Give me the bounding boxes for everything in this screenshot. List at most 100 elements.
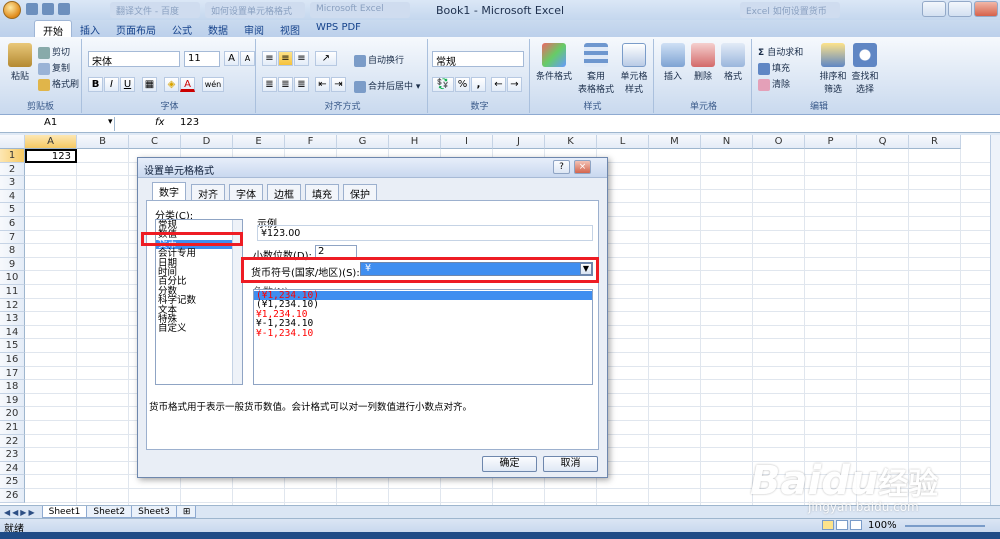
align-center-button[interactable]: ≣ <box>278 77 293 92</box>
column-header[interactable]: A <box>25 135 77 149</box>
decrease-indent-button[interactable]: ⇤ <box>315 77 330 92</box>
accounting-button[interactable]: 💱 <box>432 77 454 92</box>
row-header[interactable]: 13 <box>0 312 25 326</box>
row-header[interactable]: 7 <box>0 230 25 245</box>
column-header[interactable]: H <box>389 135 441 149</box>
tab-protection[interactable]: 保护 <box>343 184 377 201</box>
row-header[interactable]: 9 <box>0 257 25 272</box>
sheet-nav-icon[interactable]: ◀◀▶▶ <box>4 508 37 517</box>
row-header[interactable]: 23 <box>0 448 25 462</box>
tab-formulas[interactable]: 公式 <box>164 20 200 37</box>
autosum-button[interactable]: Σ 自动求和 <box>758 45 803 58</box>
merge-center-button[interactable]: 合并后居中 ▾ <box>354 79 420 93</box>
increase-indent-button[interactable]: ⇥ <box>331 77 346 92</box>
column-header[interactable]: G <box>337 135 389 149</box>
border-button[interactable]: ▦ <box>142 77 157 92</box>
tab-number[interactable]: 数字 <box>152 182 186 201</box>
dialog-close-button[interactable]: × <box>574 160 591 174</box>
normal-view-icon[interactable] <box>822 520 834 530</box>
column-header[interactable]: Q <box>857 135 909 149</box>
row-header[interactable]: 11 <box>0 285 25 299</box>
select-all-corner[interactable] <box>0 135 25 149</box>
row-header[interactable]: 15 <box>0 339 25 353</box>
column-header[interactable]: O <box>753 135 805 149</box>
tab-border[interactable]: 边框 <box>267 184 301 201</box>
zoom-slider[interactable] <box>905 525 985 527</box>
italic-button[interactable]: I <box>104 77 119 92</box>
currency-symbol-select[interactable]: ¥ <box>360 262 593 276</box>
row-header[interactable]: 2 <box>0 162 25 177</box>
bold-button[interactable]: B <box>88 77 103 92</box>
sheet-tab-3[interactable]: Sheet3 <box>131 506 177 518</box>
column-header[interactable]: L <box>597 135 649 149</box>
negative-numbers-list[interactable]: (¥1,234.10) (¥1,234.10) ¥1,234.10 ¥-1,234.1… <box>253 289 593 385</box>
row-header[interactable]: 10 <box>0 271 25 285</box>
wrap-text-button[interactable]: 自动换行 <box>354 53 404 67</box>
sort-filter-button[interactable]: 排序和 筛选 <box>818 43 848 95</box>
row-header[interactable]: 25 <box>0 475 25 489</box>
tab-review[interactable]: 审阅 <box>236 20 272 37</box>
cell-a1[interactable]: 123 <box>25 149 77 163</box>
column-header[interactable]: I <box>441 135 493 149</box>
help-button[interactable]: ? <box>553 160 570 174</box>
row-header[interactable]: 18 <box>0 380 25 394</box>
cell-styles-button[interactable]: 单元格 样式 <box>616 43 652 95</box>
tab-font[interactable]: 字体 <box>229 184 263 201</box>
negative-format-item[interactable]: ¥-1,234.10 <box>254 328 592 338</box>
column-header[interactable]: K <box>545 135 597 149</box>
tab-alignment[interactable]: 对齐 <box>191 184 225 201</box>
font-name-select[interactable]: 宋体 <box>88 51 180 68</box>
font-size-select[interactable]: 11 <box>184 51 220 67</box>
shrink-font-button[interactable]: A <box>240 51 255 66</box>
column-header[interactable]: E <box>233 135 285 149</box>
cut-button[interactable]: 剪切 <box>38 45 70 59</box>
fill-color-button[interactable]: ◈ <box>164 77 179 92</box>
maximize-icon[interactable] <box>948 1 972 17</box>
tab-page-layout[interactable]: 页面布局 <box>108 20 164 37</box>
column-header[interactable]: R <box>909 135 961 149</box>
tab-home[interactable]: 开始 <box>34 20 72 38</box>
formula-input[interactable]: 123 <box>180 117 199 128</box>
sheet-tab-1[interactable]: Sheet1 <box>41 506 88 518</box>
column-header[interactable]: N <box>701 135 753 149</box>
row-header[interactable]: 24 <box>0 461 25 476</box>
insert-function-button[interactable]: fx <box>155 117 164 128</box>
comma-button[interactable]: , <box>471 77 486 92</box>
paste-button[interactable]: 粘贴 <box>6 43 34 82</box>
row-header[interactable]: 3 <box>0 176 25 190</box>
align-middle-button[interactable]: ≡ <box>278 51 293 66</box>
column-header[interactable]: C <box>129 135 181 149</box>
row-header[interactable]: 4 <box>0 189 25 204</box>
tab-data[interactable]: 数据 <box>200 20 236 37</box>
clear-button[interactable]: 清除 <box>758 77 790 91</box>
delete-cells-button[interactable]: 删除 <box>688 43 718 82</box>
number-format-select[interactable]: 常规 <box>432 51 524 68</box>
row-header[interactable]: 14 <box>0 325 25 340</box>
insert-cells-button[interactable]: 插入 <box>658 43 688 82</box>
ok-button[interactable]: 确定 <box>482 456 537 472</box>
row-header[interactable]: 17 <box>0 366 25 381</box>
row-header[interactable]: 16 <box>0 353 25 367</box>
row-header[interactable]: 5 <box>0 203 25 217</box>
decrease-decimal-button[interactable]: → <box>507 77 522 92</box>
font-color-button[interactable]: A <box>180 77 195 92</box>
dropdown-arrow-icon[interactable]: ▼ <box>580 263 592 275</box>
tab-insert[interactable]: 插入 <box>72 20 108 37</box>
column-header[interactable]: M <box>649 135 701 149</box>
page-layout-view-icon[interactable] <box>836 520 848 530</box>
column-header[interactable]: F <box>285 135 337 149</box>
column-header[interactable]: P <box>805 135 857 149</box>
row-header[interactable]: 26 <box>0 489 25 503</box>
column-header[interactable]: J <box>493 135 545 149</box>
phonetic-button[interactable]: wén <box>202 77 224 92</box>
align-bottom-button[interactable]: ≡ <box>294 51 309 66</box>
row-header[interactable]: 1 <box>0 149 25 163</box>
copy-button[interactable]: 复制 <box>38 61 70 75</box>
sheet-tab-2[interactable]: Sheet2 <box>86 506 133 518</box>
row-header[interactable]: 20 <box>0 407 25 421</box>
align-right-button[interactable]: ≣ <box>294 77 309 92</box>
minimize-icon[interactable] <box>922 1 946 17</box>
close-icon[interactable] <box>974 1 998 17</box>
row-header[interactable]: 12 <box>0 298 25 313</box>
page-break-view-icon[interactable] <box>850 520 862 530</box>
